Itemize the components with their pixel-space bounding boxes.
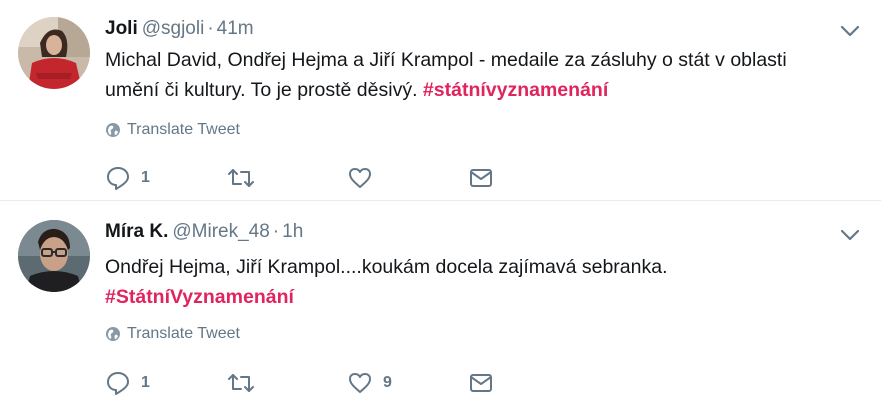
heart-icon: [349, 373, 371, 393]
reply-count: 1: [141, 374, 150, 391]
tweet-text: Ondřej Hejma, Jiří Krampol....koukám doc…: [105, 252, 845, 312]
globe-icon: [106, 327, 120, 341]
username[interactable]: @sgjoli: [142, 18, 205, 39]
hashtag-link[interactable]: #státnívyznamenání: [423, 79, 608, 101]
avatar[interactable]: [18, 220, 90, 292]
tweet[interactable]: Joli @sgjoli · 41m Michal David, Ondřej Hej…: [0, 0, 881, 201]
retweet-button[interactable]: [227, 368, 265, 398]
retweet-icon: [228, 169, 254, 187]
direct-message-button[interactable]: [468, 163, 494, 193]
chevron-down-icon[interactable]: [839, 224, 861, 246]
like-button[interactable]: 9: [347, 368, 392, 398]
translate-tweet-link[interactable]: Translate Tweet: [105, 324, 240, 344]
translate-tweet-link[interactable]: Translate Tweet: [105, 120, 240, 140]
avatar-image: [18, 17, 90, 89]
fullname[interactable]: Joli: [105, 18, 138, 39]
timestamp[interactable]: 1h: [282, 221, 303, 242]
fullname[interactable]: Míra K.: [105, 221, 168, 242]
separator: ·: [207, 18, 214, 39]
tweet-actions: 1 9: [105, 368, 605, 398]
chevron-down-icon[interactable]: [839, 20, 861, 42]
username[interactable]: @Mirek_48: [172, 221, 269, 242]
tweet[interactable]: Míra K. @Mirek_48 · 1h Ondřej Hejma, Jiří K…: [0, 202, 881, 406]
tweet-actions: 1: [105, 163, 605, 193]
tweet-text-body: Ondřej Hejma, Jiří Krampol....koukám doc…: [105, 256, 668, 278]
retweet-button[interactable]: [227, 163, 265, 193]
globe-icon: [106, 123, 120, 137]
direct-message-button[interactable]: [468, 368, 494, 398]
avatar[interactable]: [18, 17, 90, 89]
retweet-icon: [228, 374, 254, 392]
reply-button[interactable]: 1: [105, 163, 150, 193]
like-button[interactable]: [347, 163, 383, 193]
translate-label: Translate Tweet: [127, 121, 240, 138]
tweet-text: Michal David, Ondřej Hejma a Jiří Krampo…: [105, 45, 845, 105]
envelope-icon: [470, 169, 492, 187]
envelope-icon: [470, 374, 492, 392]
reply-icon: [107, 372, 129, 395]
reply-count: 1: [141, 169, 150, 186]
hashtag-link[interactable]: #StátníVyznamenání: [105, 286, 294, 308]
heart-icon: [349, 168, 371, 188]
timestamp[interactable]: 41m: [217, 18, 254, 39]
tweet-header: Joli @sgjoli · 41m: [105, 17, 254, 41]
tweet-header: Míra K. @Mirek_48 · 1h: [105, 220, 303, 244]
like-count: 9: [383, 374, 392, 391]
translate-label: Translate Tweet: [127, 325, 240, 342]
separator: ·: [272, 221, 280, 242]
avatar-image: [18, 220, 90, 292]
reply-icon: [107, 167, 129, 190]
reply-button[interactable]: 1: [105, 368, 150, 398]
